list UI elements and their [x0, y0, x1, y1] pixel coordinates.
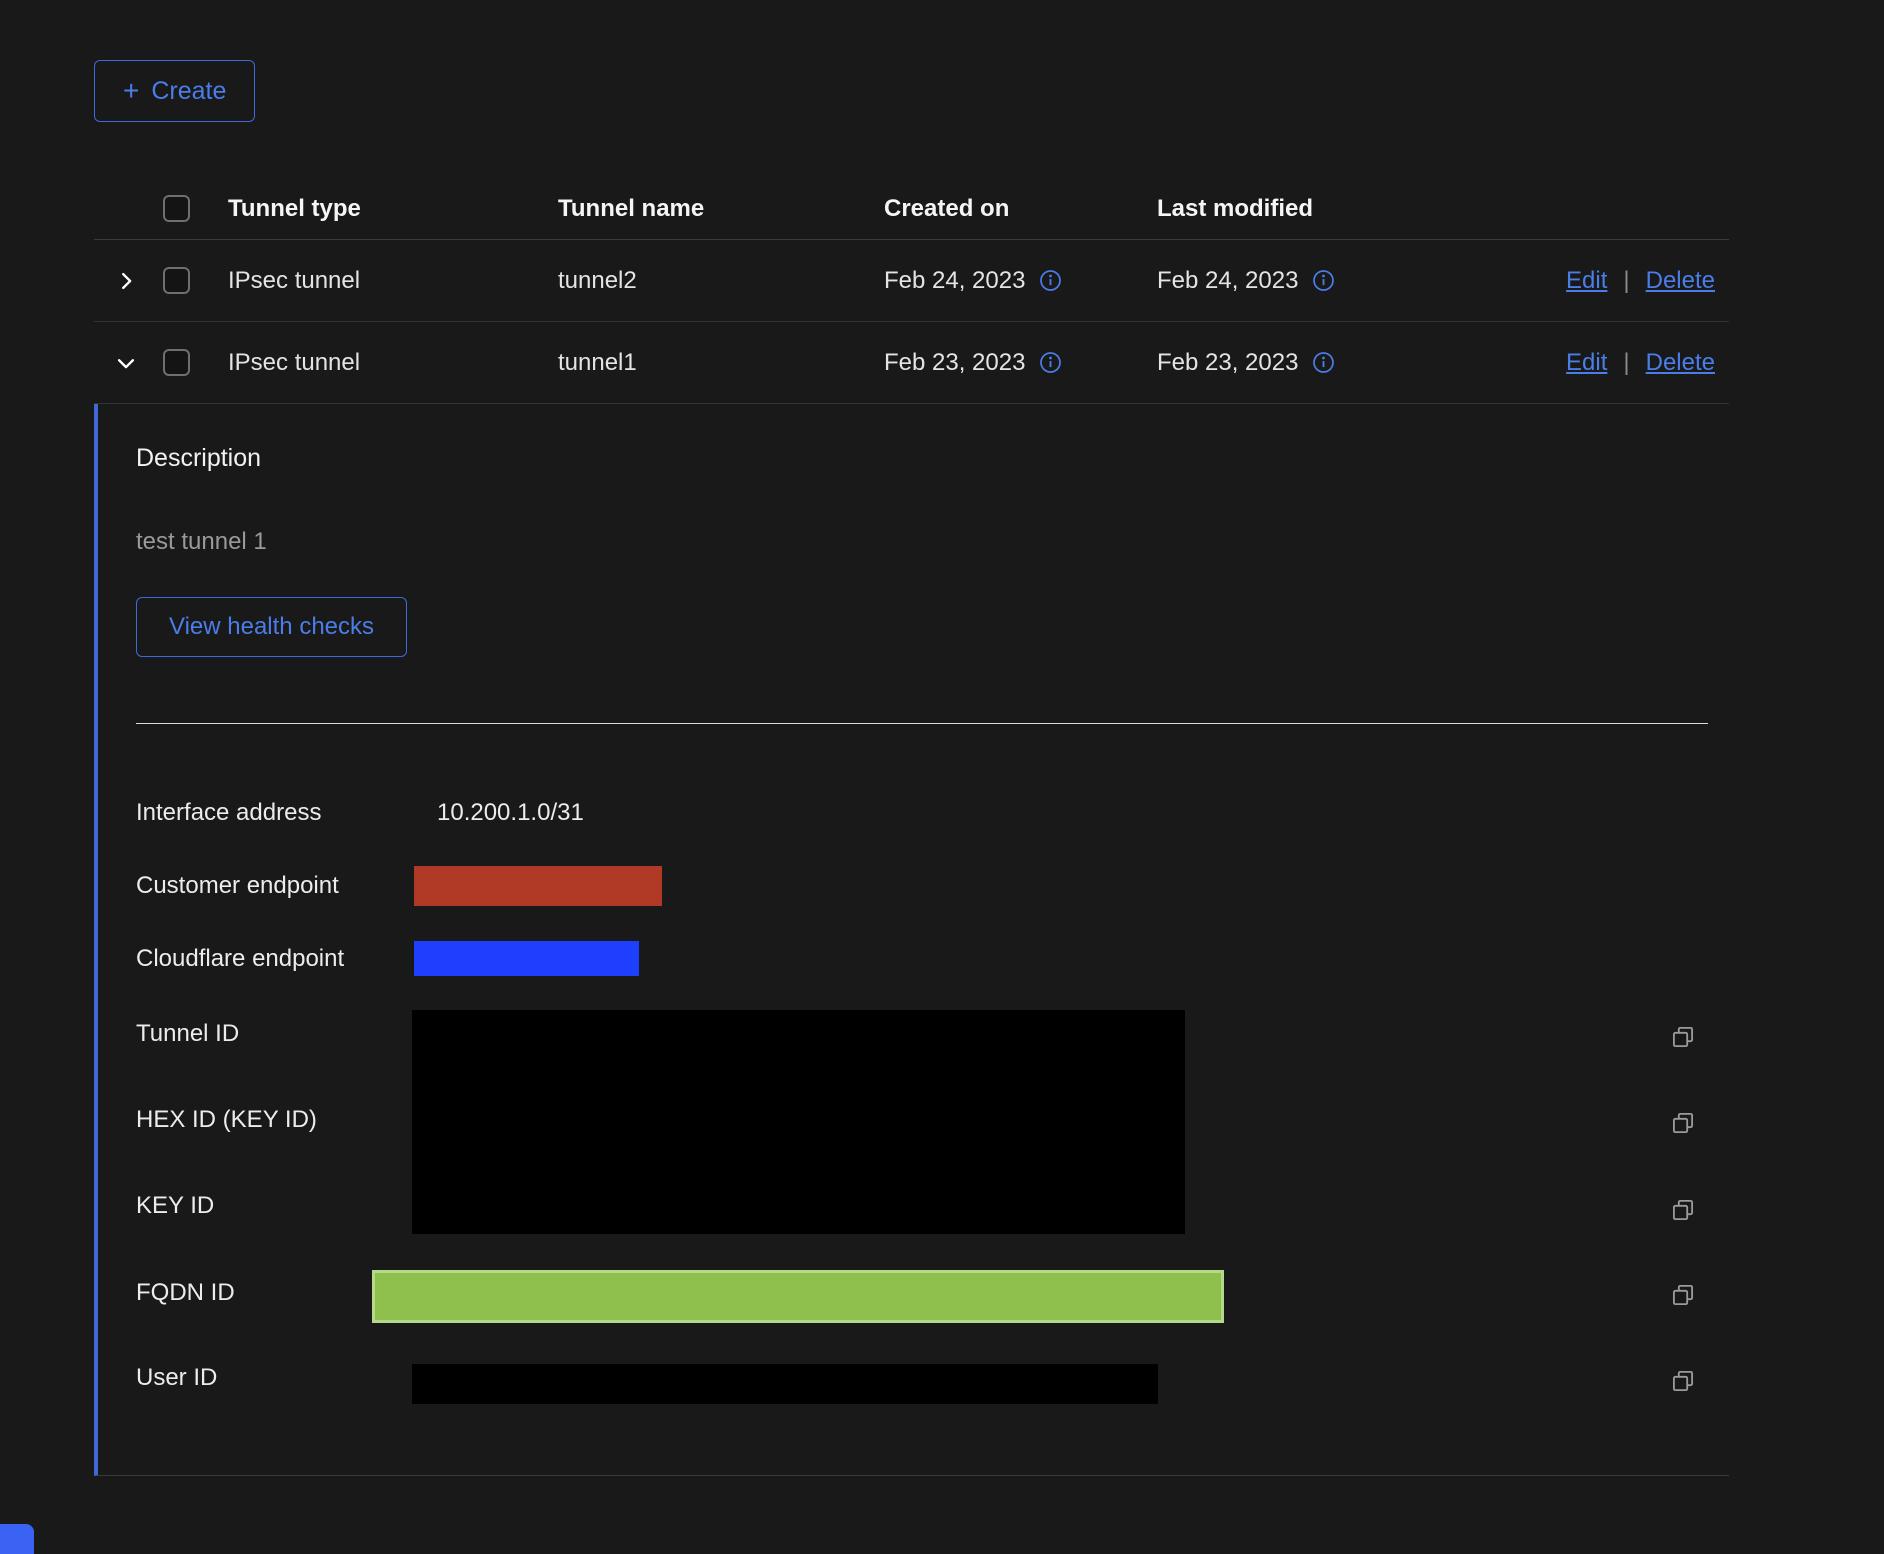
copy-icon: [1669, 1196, 1697, 1224]
user-id-redacted-value: [412, 1364, 1158, 1404]
cell-last-modified: Feb 24, 2023: [1157, 267, 1430, 295]
tunnel-detail-panel: Description test tunnel 1 View health ch…: [94, 404, 1729, 1476]
actions-separator: |: [1623, 349, 1629, 377]
info-icon[interactable]: [1312, 351, 1335, 374]
cell-tunnel-name: tunnel2: [558, 267, 884, 295]
customer-endpoint-redacted-value: [414, 866, 662, 906]
section-divider: [136, 723, 1708, 724]
copy-icon: [1669, 1367, 1697, 1395]
copy-user-id-button[interactable]: [1668, 1366, 1698, 1396]
tunnel-ids-redacted-value: [412, 1010, 1185, 1234]
copy-icon: [1669, 1109, 1697, 1137]
table-header-row: Tunnel type Tunnel name Created on Last …: [94, 178, 1729, 240]
cell-tunnel-type: IPsec tunnel: [228, 267, 558, 295]
last-modified-value: Feb 23, 2023: [1157, 349, 1298, 377]
row-checkbox[interactable]: [163, 267, 190, 294]
copy-hex-id-button[interactable]: [1668, 1108, 1698, 1138]
tunnel-id-label: Tunnel ID: [136, 1018, 239, 1050]
description-value: test tunnel 1: [136, 526, 267, 558]
table-row: IPsec tunnel tunnel1 Feb 23, 2023 Feb 23…: [94, 322, 1729, 404]
delete-link[interactable]: Delete: [1646, 349, 1715, 377]
header-tunnel-name: Tunnel name: [558, 195, 884, 223]
customer-endpoint-label: Customer endpoint: [136, 870, 339, 902]
chevron-right-icon: [115, 270, 137, 292]
cell-actions: Edit | Delete: [1430, 267, 1729, 295]
expand-row-button[interactable]: [94, 270, 158, 292]
actions-separator: |: [1623, 267, 1629, 295]
copy-tunnel-id-button[interactable]: [1668, 1022, 1698, 1052]
row-checkbox[interactable]: [163, 349, 190, 376]
created-on-value: Feb 23, 2023: [884, 349, 1025, 377]
create-button-label: Create: [151, 77, 226, 106]
cell-last-modified: Feb 23, 2023: [1157, 349, 1430, 377]
hex-id-label: HEX ID (KEY ID): [136, 1104, 317, 1136]
copy-key-id-button[interactable]: [1668, 1195, 1698, 1225]
edit-link[interactable]: Edit: [1566, 267, 1607, 295]
cell-tunnel-name: tunnel1: [558, 349, 884, 377]
header-created-on: Created on: [884, 195, 1157, 223]
collapse-row-button[interactable]: [94, 352, 158, 374]
copy-fqdn-id-button[interactable]: [1668, 1280, 1698, 1310]
cloudflare-endpoint-redacted-value: [414, 941, 639, 976]
fqdn-id-label: FQDN ID: [136, 1277, 235, 1309]
cell-tunnel-type: IPsec tunnel: [228, 349, 558, 377]
user-id-label: User ID: [136, 1362, 217, 1394]
select-all-checkbox[interactable]: [163, 195, 190, 222]
plus-icon: +: [123, 77, 139, 105]
cloudflare-endpoint-label: Cloudflare endpoint: [136, 943, 344, 975]
view-health-checks-button[interactable]: View health checks: [136, 597, 407, 657]
cell-created-on: Feb 24, 2023: [884, 267, 1157, 295]
info-icon[interactable]: [1312, 269, 1335, 292]
interface-address-value: 10.200.1.0/31: [437, 797, 584, 829]
delete-link[interactable]: Delete: [1646, 267, 1715, 295]
cell-created-on: Feb 23, 2023: [884, 349, 1157, 377]
interface-address-label: Interface address: [136, 797, 321, 829]
help-widget-partial[interactable]: [0, 1524, 34, 1554]
key-id-label: KEY ID: [136, 1190, 214, 1222]
last-modified-value: Feb 24, 2023: [1157, 267, 1298, 295]
edit-link[interactable]: Edit: [1566, 349, 1607, 377]
copy-icon: [1669, 1281, 1697, 1309]
tunnels-table: Tunnel type Tunnel name Created on Last …: [94, 178, 1729, 1476]
header-tunnel-type: Tunnel type: [228, 195, 558, 223]
header-last-modified: Last modified: [1157, 195, 1430, 223]
table-row: IPsec tunnel tunnel2 Feb 24, 2023 Feb 24…: [94, 240, 1729, 322]
description-label: Description: [136, 442, 261, 474]
cell-actions: Edit | Delete: [1430, 349, 1729, 377]
created-on-value: Feb 24, 2023: [884, 267, 1025, 295]
create-button[interactable]: + Create: [94, 60, 255, 122]
chevron-down-icon: [115, 352, 137, 374]
info-icon[interactable]: [1039, 269, 1062, 292]
copy-icon: [1669, 1023, 1697, 1051]
info-icon[interactable]: [1039, 351, 1062, 374]
fqdn-id-redacted-value: [372, 1270, 1224, 1323]
